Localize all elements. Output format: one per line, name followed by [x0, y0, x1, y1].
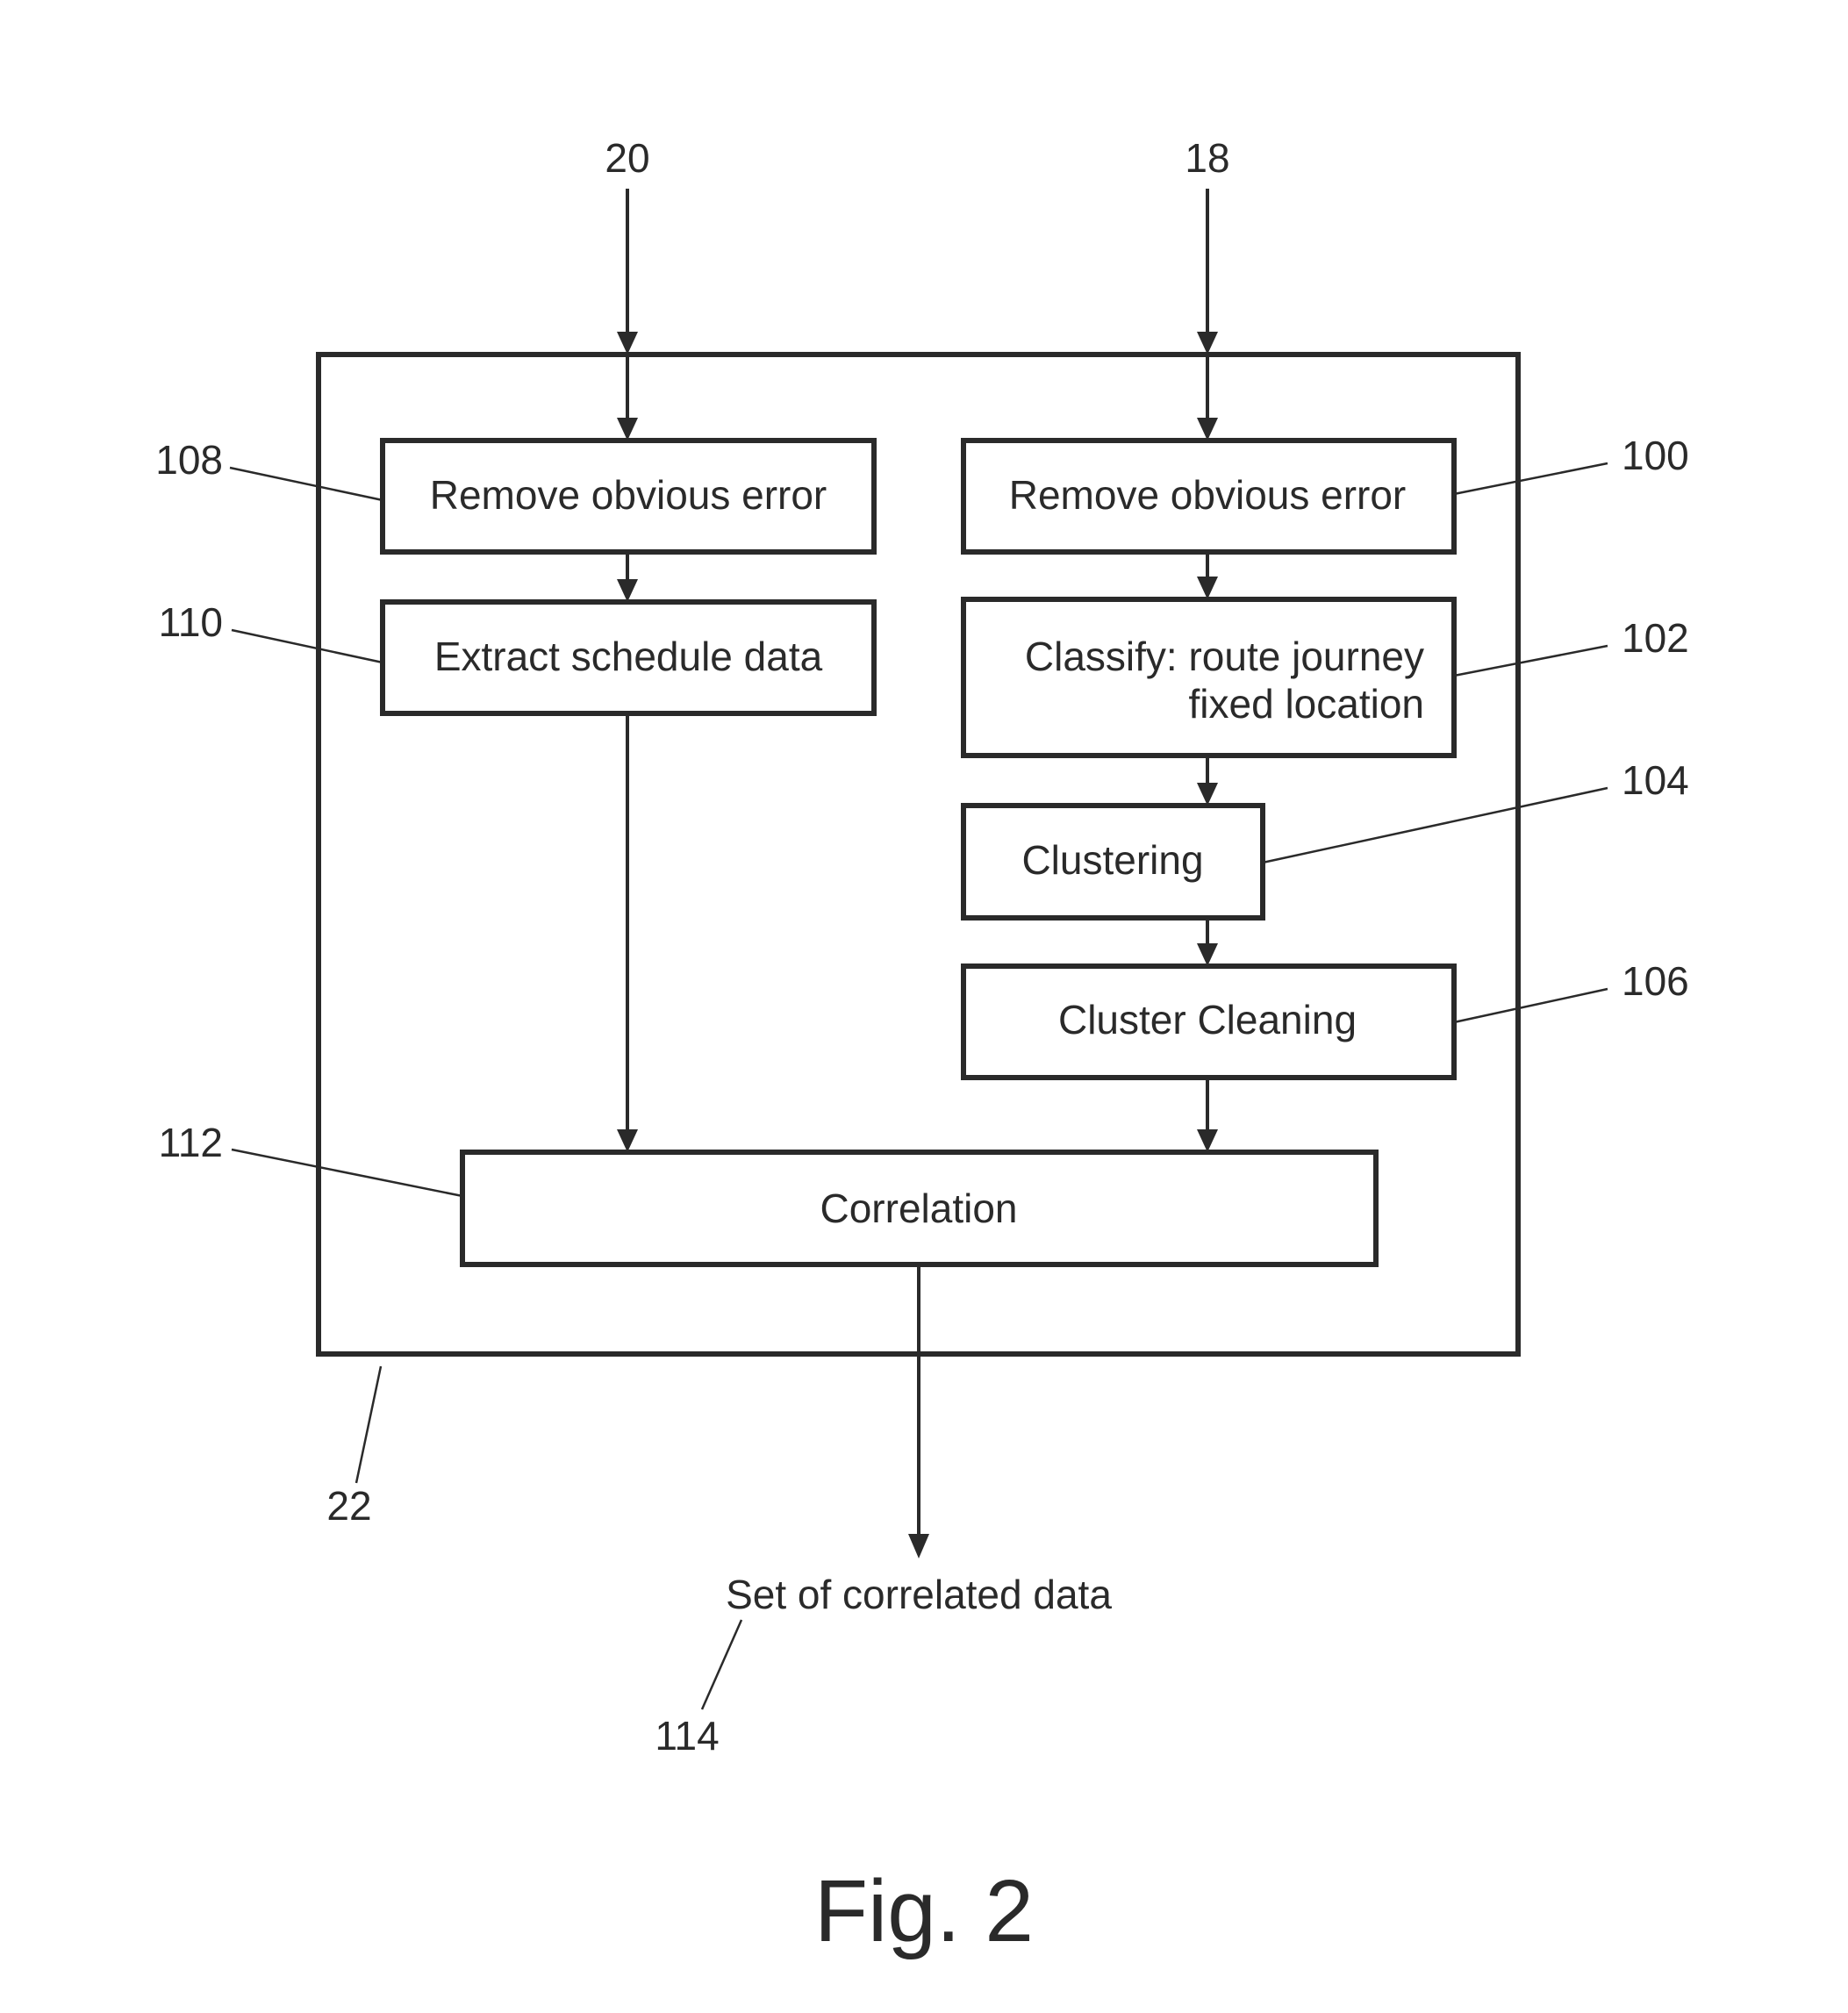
leader-108 [229, 466, 383, 502]
leader-102 [1453, 644, 1608, 677]
ref-108: 108 [155, 437, 223, 483]
leader-22 [355, 1365, 383, 1484]
step-classify: Classify: route journey fixed location [961, 597, 1457, 758]
step-classify-label-line1: Classify: route journey [1025, 634, 1424, 679]
arrow-110-to-112 [617, 713, 638, 1152]
step-remove-error-right-label: Remove obvious error [1009, 472, 1407, 518]
output-label: Set of correlated data [726, 1572, 1112, 1617]
step-cluster-cleaning-label: Cluster Cleaning [1058, 997, 1357, 1042]
ref-106: 106 [1622, 958, 1689, 1004]
step-remove-error-left: Remove obvious error [380, 438, 877, 555]
input-arrow-18 [1197, 189, 1218, 441]
leader-110 [231, 628, 383, 664]
output-arrow [908, 1264, 929, 1558]
leader-100 [1453, 462, 1608, 496]
ref-104: 104 [1622, 757, 1689, 803]
input-arrow-20 [617, 189, 638, 441]
leader-114 [700, 1619, 743, 1710]
arrow-106-to-112 [1197, 1078, 1218, 1152]
ref-114: 114 [655, 1713, 719, 1759]
step-remove-error-right: Remove obvious error [961, 438, 1457, 555]
input-ref-18: 18 [1185, 135, 1229, 181]
ref-22: 22 [326, 1483, 371, 1529]
step-correlation: Correlation [460, 1150, 1379, 1267]
leader-112 [231, 1148, 463, 1198]
step-extract-schedule-label: Extract schedule data [434, 634, 823, 679]
arrow-104-to-106 [1197, 918, 1218, 966]
ref-112: 112 [159, 1120, 223, 1165]
ref-102: 102 [1622, 615, 1689, 661]
figure-caption: Fig. 2 [814, 1862, 1034, 1960]
arrow-100-to-102 [1197, 552, 1218, 599]
input-ref-20: 20 [605, 135, 649, 181]
arrow-108-to-110 [617, 552, 638, 602]
arrow-102-to-104 [1197, 756, 1218, 806]
step-correlation-label: Correlation [820, 1186, 1018, 1231]
leader-104 [1262, 786, 1608, 864]
step-remove-error-left-label: Remove obvious error [430, 472, 827, 518]
leader-106 [1453, 987, 1608, 1024]
step-classify-label-line2: fixed location [1189, 681, 1425, 727]
step-cluster-cleaning: Cluster Cleaning [961, 964, 1457, 1080]
flow-diagram: 20 18 Remove obvious error Extract sched… [155, 135, 1689, 1960]
step-clustering-label: Clustering [1021, 837, 1203, 883]
ref-110: 110 [159, 599, 223, 645]
step-extract-schedule: Extract schedule data [380, 599, 877, 716]
ref-100: 100 [1622, 433, 1689, 478]
step-clustering: Clustering [961, 803, 1265, 921]
